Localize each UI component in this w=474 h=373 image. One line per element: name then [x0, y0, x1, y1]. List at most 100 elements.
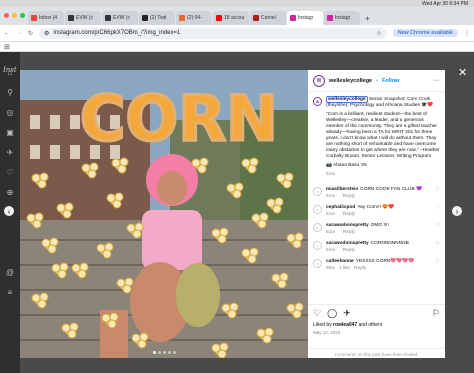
- comment-icon[interactable]: ◯: [327, 308, 337, 319]
- reply-button[interactable]: Reply: [354, 266, 366, 271]
- site-info-icon[interactable]: ⚙: [44, 30, 49, 37]
- window-controls: [4, 13, 25, 18]
- close-icon[interactable]: ✕: [458, 66, 467, 79]
- back-icon[interactable]: ←: [4, 30, 10, 36]
- zoom-window-button[interactable]: [20, 13, 25, 18]
- commenter-username[interactable]: sarawodoinspretty: [326, 223, 369, 228]
- browser-tab[interactable]: Instagr: [287, 11, 323, 25]
- author-username[interactable]: wellesleycollege: [329, 78, 372, 84]
- carousel-dot[interactable]: [157, 351, 161, 354]
- reply-button[interactable]: Reply: [343, 194, 355, 199]
- tab-label: EVW (c: [76, 15, 93, 21]
- comment-like-icon[interactable]: ♡: [436, 223, 440, 229]
- new-tab-button[interactable]: +: [361, 11, 374, 25]
- next-post-button[interactable]: ›: [452, 206, 462, 216]
- author-avatar[interactable]: W: [313, 74, 325, 87]
- tab-label: (2) Twit: [150, 15, 167, 21]
- comment-text: CORNNNNNNNB: [370, 241, 409, 246]
- url-field[interactable]: ⚙ instagram.com/p/C66pkX7OBm_/?img_index…: [39, 27, 387, 39]
- comment-text: Yay Corn!!! 😍❤️: [357, 205, 395, 210]
- reels-icon[interactable]: ▣: [6, 128, 14, 137]
- carousel-dot[interactable]: [162, 351, 166, 354]
- caption-avatar[interactable]: W: [313, 97, 322, 106]
- more-menu-icon[interactable]: ≡: [8, 288, 13, 297]
- comment-like-icon[interactable]: ♡: [436, 187, 440, 193]
- more-options-icon[interactable]: ···: [433, 77, 440, 84]
- comment-time: 51w: [326, 194, 335, 199]
- browser-tabstrip: Inbox (4 EVW (c EVW (c (2) Twit (2) 04- 18 ac…: [0, 7, 474, 25]
- tab-favicon-icon: [290, 15, 296, 21]
- prev-post-button[interactable]: ‹: [4, 206, 14, 216]
- browser-tab[interactable]: (2) Twit: [139, 11, 175, 25]
- bookmark-star-icon[interactable]: ☆: [376, 30, 381, 37]
- tab-favicon-icon: [142, 15, 148, 21]
- tab-favicon-icon: [216, 15, 222, 21]
- comment-like-icon[interactable]: ♡: [436, 259, 440, 265]
- post-header: W wellesleycollege • Follow ···: [308, 70, 445, 92]
- apps-grid-icon[interactable]: ⊞: [4, 43, 10, 51]
- reply-button[interactable]: Reply: [343, 248, 355, 253]
- post-caption: W wellesleycollege Senior Snapshot: Corn…: [308, 92, 445, 178]
- follow-button[interactable]: Follow: [382, 78, 399, 84]
- commenter-username[interactable]: miasilberstein: [326, 187, 358, 192]
- browser-tab[interactable]: EVW (c: [102, 11, 138, 25]
- reply-button[interactable]: Reply: [343, 212, 355, 217]
- caption-username[interactable]: wellesleycollege: [326, 96, 368, 103]
- browser-tab[interactable]: (2) 04-: [176, 11, 212, 25]
- comments-limited-notice: Comments on this post have been limited.: [308, 348, 445, 357]
- close-window-button[interactable]: [4, 13, 9, 18]
- reply-button[interactable]: Reply: [343, 230, 355, 235]
- browser-tab[interactable]: EVW (c: [65, 11, 101, 25]
- address-bar-row: ← → ↻ ⚙ instagram.com/p/C66pkX7OBm_/?img…: [0, 25, 474, 42]
- commenter-avatar[interactable]: •: [313, 223, 322, 232]
- reload-icon[interactable]: ↻: [28, 30, 33, 37]
- commenter-username[interactable]: cephaliicpod: [326, 205, 355, 210]
- forward-icon[interactable]: →: [16, 30, 22, 36]
- post-photo: CORN: [20, 70, 308, 358]
- comment-time: 51w: [326, 212, 335, 217]
- caption-photo-credit: 📷 Ahana Basu '25: [326, 163, 367, 168]
- carousel-dot[interactable]: [167, 351, 171, 354]
- carousel-dot[interactable]: [152, 351, 156, 354]
- browser-tab[interactable]: Instagr: [324, 11, 360, 25]
- corn-graphic-text: CORN: [80, 82, 278, 155]
- commenter-avatar[interactable]: •: [313, 205, 322, 214]
- tab-label: Inbox (4: [39, 15, 58, 21]
- commenter-username[interactable]: sarawodoinspretty: [326, 241, 369, 246]
- search-icon[interactable]: ⚲: [7, 88, 13, 97]
- instagram-logo: Inst: [3, 66, 17, 74]
- comment-likes[interactable]: 1 like: [339, 266, 350, 271]
- like-heart-icon[interactable]: ♡: [313, 308, 321, 319]
- share-icon[interactable]: ✈: [343, 308, 351, 319]
- carousel-dot[interactable]: [172, 351, 176, 354]
- explore-icon[interactable]: ◎: [7, 108, 14, 117]
- post-date: May 12, 2024: [313, 330, 341, 335]
- post-actions: ♡ ◯ ✈ ⚐ Liked by rowlea047 and others Ma…: [308, 304, 445, 335]
- browser-tab[interactable]: 18 accou: [213, 11, 249, 25]
- commenter-avatar[interactable]: •: [313, 241, 322, 250]
- threads-icon[interactable]: @: [6, 268, 14, 277]
- save-bookmark-icon[interactable]: ⚐: [432, 308, 440, 319]
- heart-icon[interactable]: ♡: [6, 168, 13, 177]
- carousel-dots: [20, 351, 308, 354]
- new-chrome-available-button[interactable]: New Chrome available: [392, 29, 458, 37]
- messages-icon[interactable]: ✈: [7, 148, 14, 157]
- liked-by-suffix[interactable]: and others: [357, 322, 383, 328]
- tab-favicon-icon: [327, 15, 333, 21]
- commenter-avatar[interactable]: •: [313, 187, 322, 196]
- comment-text: OMG !!!!: [370, 223, 389, 228]
- browser-tab[interactable]: Cornel: [250, 11, 286, 25]
- chrome-menu-icon[interactable]: ⋮: [464, 30, 470, 37]
- post-image[interactable]: CORN: [20, 70, 308, 358]
- tab-label: EVW (c: [113, 15, 130, 21]
- tab-label: 18 accou: [224, 15, 245, 21]
- comment-like-icon[interactable]: ♡: [436, 205, 440, 211]
- commenter-avatar[interactable]: •: [313, 259, 322, 268]
- create-icon[interactable]: ⊕: [7, 188, 14, 197]
- comment-like-icon[interactable]: ♡: [436, 241, 440, 247]
- caption-quote: "Corn is a brilliant, resilient student—…: [326, 112, 440, 159]
- browser-tab[interactable]: Inbox (4: [28, 11, 64, 25]
- minimize-window-button[interactable]: [12, 13, 17, 18]
- liked-by-user[interactable]: rowlea047: [333, 322, 357, 328]
- commenter-username[interactable]: catleehanne: [326, 259, 354, 264]
